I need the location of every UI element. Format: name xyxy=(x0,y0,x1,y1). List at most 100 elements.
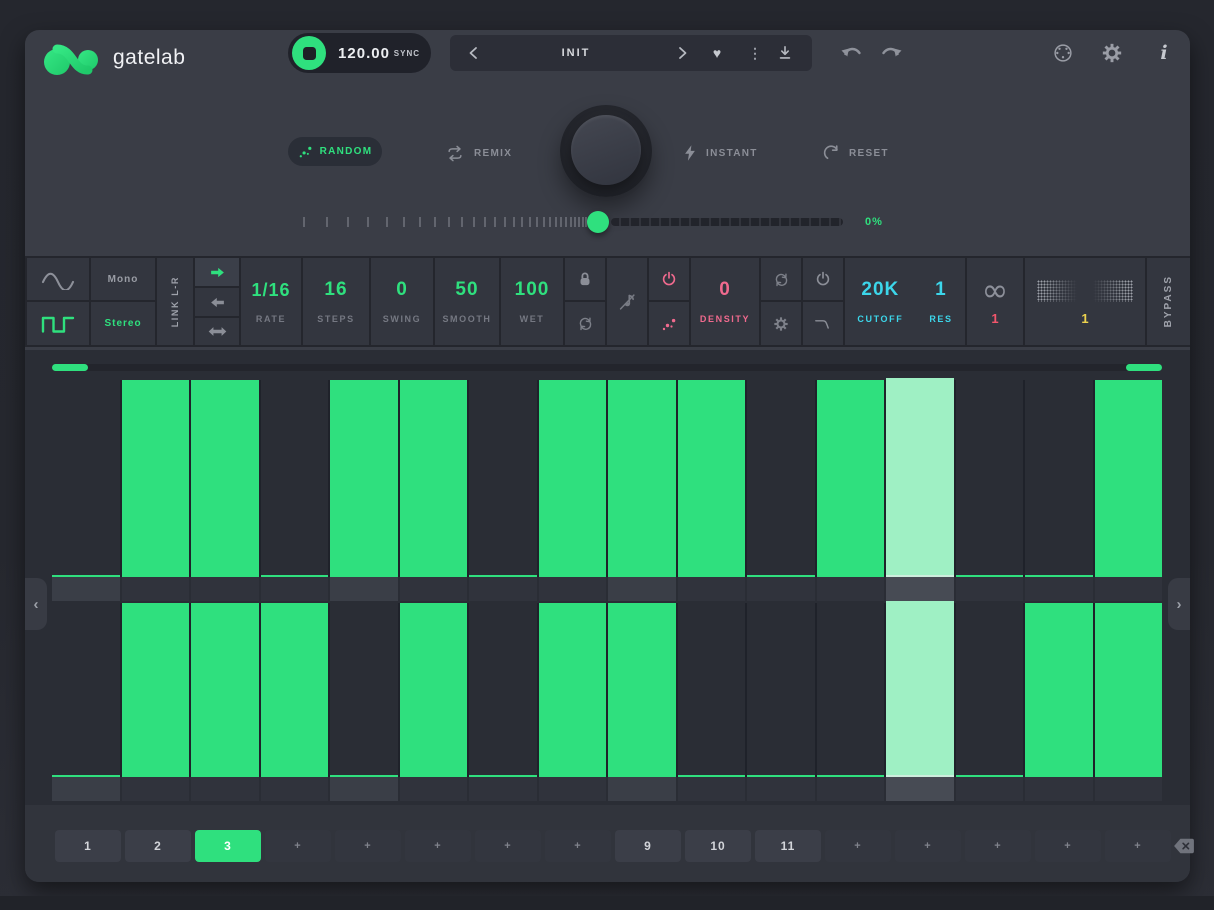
seq-handle-r1-16[interactable] xyxy=(1095,577,1163,601)
pattern-slot-6[interactable]: + xyxy=(405,830,471,862)
bypass-button[interactable]: BYPASS xyxy=(1147,258,1190,345)
seq-handle-r2-9[interactable] xyxy=(608,777,676,801)
seq-bar[interactable] xyxy=(191,603,259,777)
seq-bar[interactable] xyxy=(608,380,676,577)
seq-handle-r1-3[interactable] xyxy=(191,577,259,601)
stereo-button[interactable]: Stereo xyxy=(91,302,155,345)
seq-step-r1-5[interactable] xyxy=(330,380,400,577)
seq-step-r1-13[interactable] xyxy=(886,380,956,577)
remix-button[interactable]: REMIX xyxy=(445,143,512,163)
seq-step-r2-6[interactable] xyxy=(400,603,470,777)
seq-handle-r2-4[interactable] xyxy=(261,777,329,801)
seq-handle-r2-2[interactable] xyxy=(122,777,190,801)
seq-step-r2-5[interactable] xyxy=(330,603,400,777)
seq-step-r1-11[interactable] xyxy=(747,380,817,577)
pattern-slot-12[interactable]: + xyxy=(825,830,891,862)
seq-handle-r2-13[interactable] xyxy=(886,777,954,801)
seq-bar[interactable] xyxy=(539,603,607,777)
pattern-slot-8[interactable]: + xyxy=(545,830,611,862)
seq-step-r2-12[interactable] xyxy=(817,603,887,777)
seq-bar[interactable] xyxy=(678,380,746,577)
seq-step-r2-1[interactable] xyxy=(52,603,122,777)
seq-handle-r1-13[interactable] xyxy=(886,577,954,601)
seq-handle-r1-14[interactable] xyxy=(956,577,1024,601)
random-button[interactable]: RANDOM xyxy=(288,137,382,166)
seq-step-r2-11[interactable] xyxy=(747,603,817,777)
sync-toggle[interactable]: SYNC xyxy=(394,49,420,58)
randomize-amount-track[interactable] xyxy=(611,218,843,226)
direction-backward-button[interactable] xyxy=(195,288,239,316)
pattern-slot-9[interactable]: 9 xyxy=(615,830,681,862)
preset-next-button[interactable] xyxy=(674,44,692,62)
cycle-lock-button[interactable] xyxy=(565,302,605,345)
pattern-slot-10[interactable]: 10 xyxy=(685,830,751,862)
steps-control[interactable]: 16 STEPS xyxy=(303,258,369,345)
seq-bar[interactable] xyxy=(191,380,259,577)
filter-cycle-button[interactable] xyxy=(761,258,801,300)
seq-handle-r1-15[interactable] xyxy=(1025,577,1093,601)
seq-bar[interactable] xyxy=(122,603,190,777)
density-power-button[interactable] xyxy=(649,258,689,300)
seq-bar[interactable] xyxy=(539,380,607,577)
pattern-slot-3-active[interactable]: 3 xyxy=(195,830,261,862)
pattern-slot-14[interactable]: + xyxy=(965,830,1031,862)
seq-handle-r2-15[interactable] xyxy=(1025,777,1093,801)
pattern-slot-11[interactable]: 11 xyxy=(755,830,821,862)
seq-handle-r1-4[interactable] xyxy=(261,577,329,601)
seq-handle-r2-6[interactable] xyxy=(400,777,468,801)
seq-bar[interactable] xyxy=(817,380,885,577)
seq-handle-r1-10[interactable] xyxy=(678,577,746,601)
seq-handle-r2-16[interactable] xyxy=(1095,777,1163,801)
seq-bar[interactable] xyxy=(330,380,398,577)
settings-button[interactable] xyxy=(1100,42,1124,64)
seq-step-r2-15[interactable] xyxy=(1025,603,1095,777)
seq-handle-r1-6[interactable] xyxy=(400,577,468,601)
seq-handle-r2-12[interactable] xyxy=(817,777,885,801)
preset-prev-button[interactable] xyxy=(464,44,482,62)
seq-step-r2-10[interactable] xyxy=(678,603,748,777)
pattern-slot-16[interactable]: + xyxy=(1105,830,1171,862)
pattern-slot-13[interactable]: + xyxy=(895,830,961,862)
seq-handle-r1-7[interactable] xyxy=(469,577,537,601)
seq-handle-r2-3[interactable] xyxy=(191,777,259,801)
reset-button[interactable]: RESET xyxy=(822,143,889,163)
seq-step-r2-13[interactable] xyxy=(886,603,956,777)
mono-button[interactable]: Mono xyxy=(91,258,155,300)
seq-step-r1-15[interactable] xyxy=(1025,380,1095,577)
seq-bar[interactable] xyxy=(122,380,190,577)
randomize-amount-handle[interactable] xyxy=(587,211,609,233)
seq-step-r1-4[interactable] xyxy=(261,380,331,577)
seq-handle-r1-8[interactable] xyxy=(539,577,607,601)
seq-bar[interactable] xyxy=(261,603,329,777)
seq-page-prev-button[interactable]: ‹ xyxy=(25,578,47,630)
midi-settings-button[interactable] xyxy=(1051,42,1075,64)
seq-step-r1-9[interactable] xyxy=(608,380,678,577)
seq-handle-r1-2[interactable] xyxy=(122,577,190,601)
seq-bar[interactable] xyxy=(1095,603,1163,777)
link-lr-button[interactable]: LINK L-R xyxy=(157,258,193,345)
seq-handle-r1-5[interactable] xyxy=(330,577,398,601)
filter-cutoff-res-control[interactable]: 20K CUTOFF 1 RES xyxy=(845,258,965,345)
redo-button[interactable] xyxy=(880,43,904,63)
seq-bar-playing[interactable] xyxy=(886,378,954,577)
seq-step-r1-1[interactable] xyxy=(52,380,122,577)
seq-step-r2-8[interactable] xyxy=(539,603,609,777)
seq-step-r1-14[interactable] xyxy=(956,380,1026,577)
seq-bar[interactable] xyxy=(1095,380,1163,577)
swing-control[interactable]: 0 SWING xyxy=(371,258,433,345)
rate-control[interactable]: 1/16 RATE xyxy=(241,258,301,345)
loop-mode-control[interactable]: ∞ 1 xyxy=(967,258,1023,345)
seq-handle-r1-9[interactable] xyxy=(608,577,676,601)
density-control[interactable]: 0 DENSITY xyxy=(691,258,759,345)
seq-step-r2-14[interactable] xyxy=(956,603,1026,777)
seq-step-r1-3[interactable] xyxy=(191,380,261,577)
wave-square-button[interactable] xyxy=(27,302,89,345)
seq-step-r1-12[interactable] xyxy=(817,380,887,577)
filter-slope-button[interactable] xyxy=(803,302,843,345)
seq-bar[interactable] xyxy=(400,380,468,577)
seq-position-pill-left[interactable] xyxy=(52,364,88,371)
direction-forward-button[interactable] xyxy=(195,258,239,286)
seq-handle-r1-1[interactable] xyxy=(52,577,120,601)
wet-control[interactable]: 100 WET xyxy=(501,258,563,345)
seq-step-r2-4[interactable] xyxy=(261,603,331,777)
